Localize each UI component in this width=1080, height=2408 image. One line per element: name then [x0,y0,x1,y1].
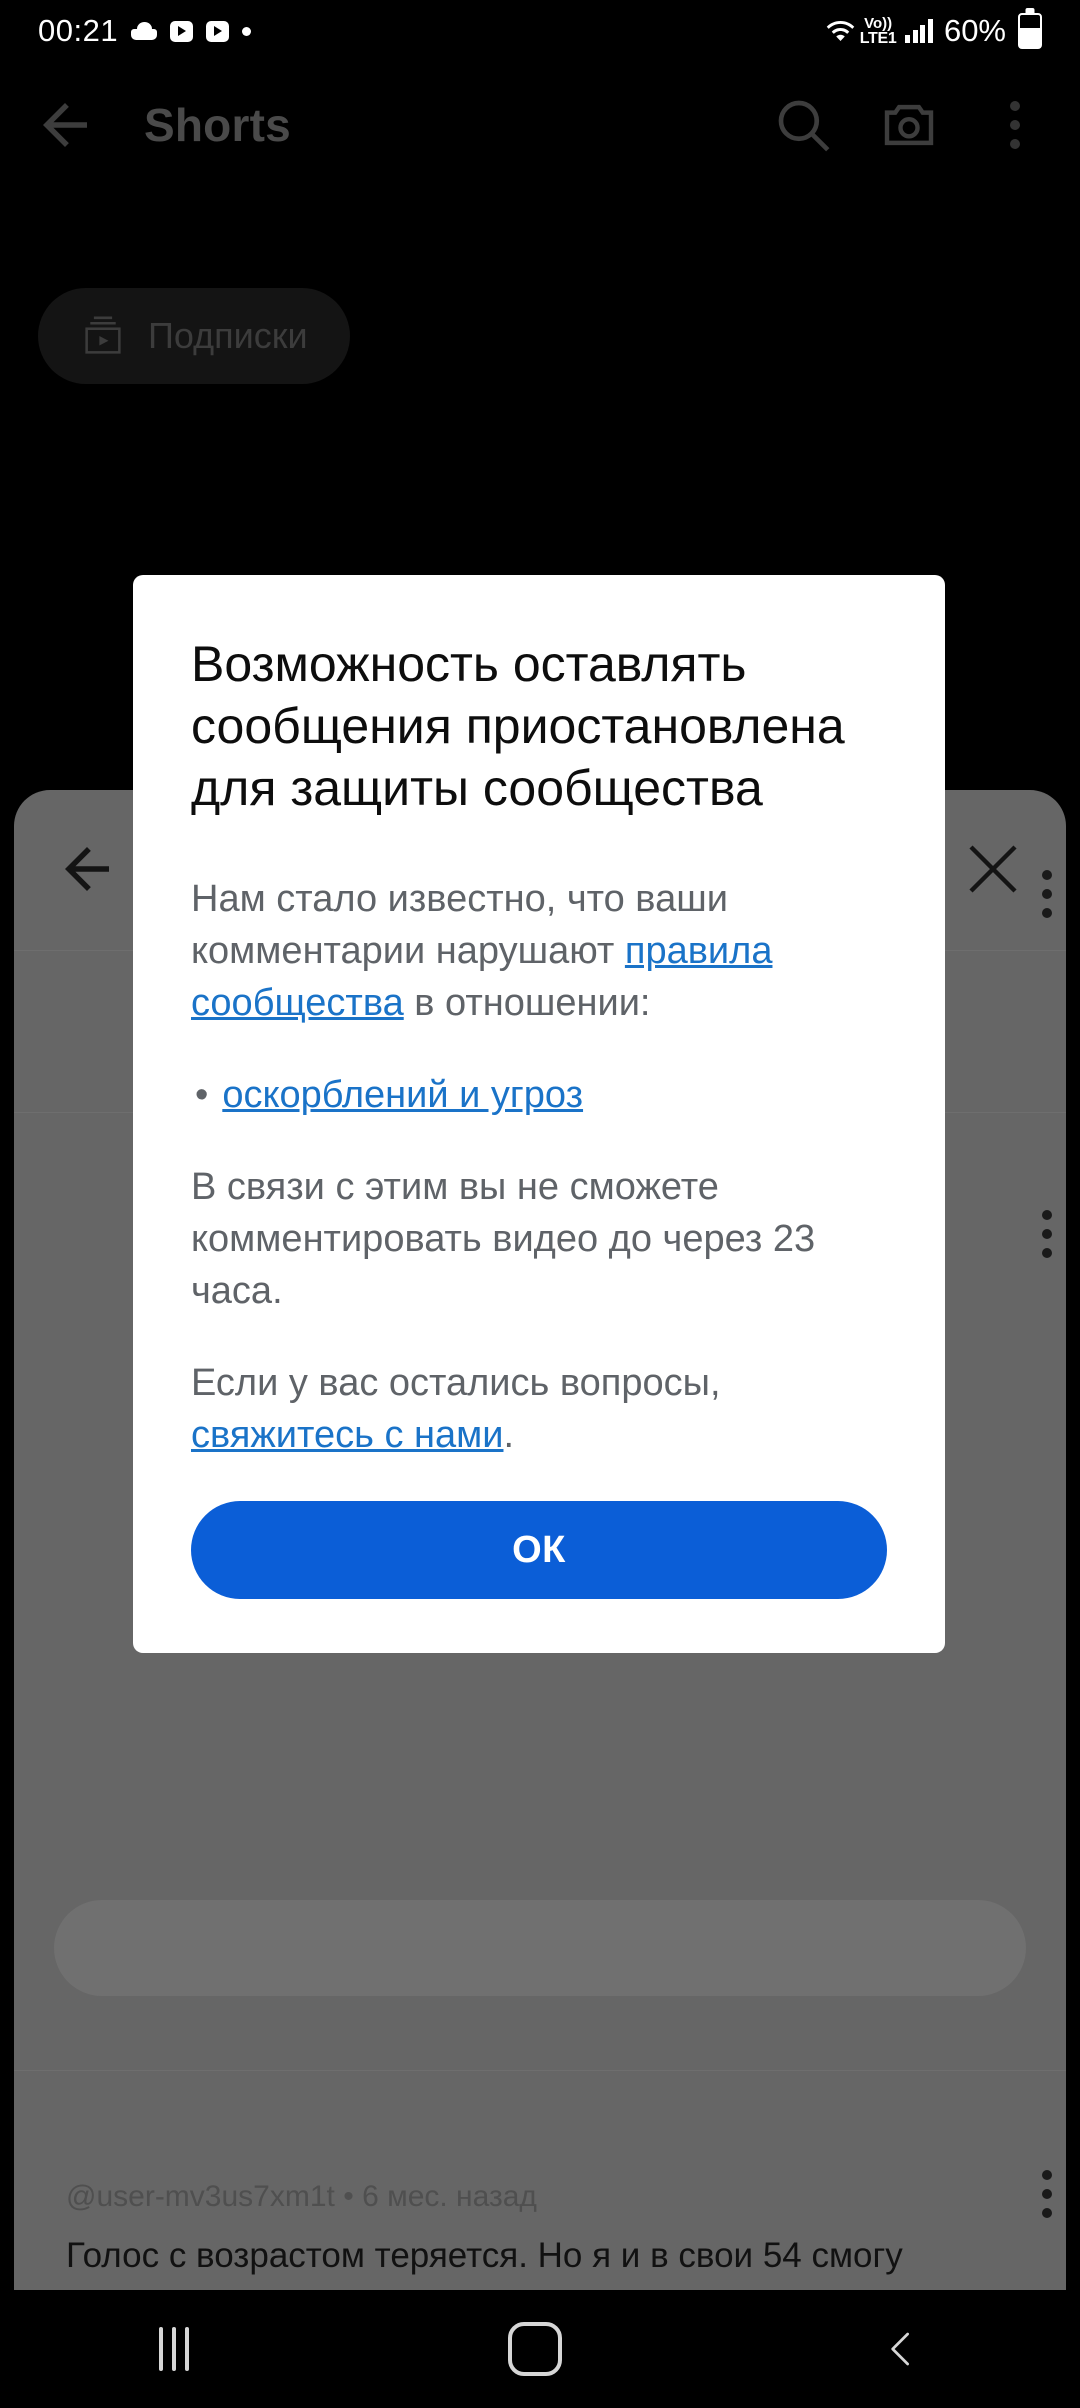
comment-time-1: 6 мес. назад [362,2180,537,2213]
close-icon[interactable] [960,836,1026,902]
comment-text-content-1: Голос с возрастом теряется. Но я и в сво… [66,2236,903,2290]
comment-menu-icon-2[interactable] [1042,1210,1052,1258]
comment-meta-1: @user-mv3us7xm1t • 6 мес. назад [66,2180,1014,2214]
comment-search-box[interactable] [54,1900,1026,1996]
back-arrow-icon[interactable] [32,92,98,158]
dot-icon [242,26,252,36]
dialog-title: Возможность оставлять сообщения приостан… [191,636,845,816]
battery-icon [1018,13,1042,49]
harassment-policy-link[interactable]: оскорблений и угроз [222,1074,583,1116]
back-icon[interactable] [881,2329,921,2369]
subscriptions-chip[interactable]: Подписки [38,288,350,384]
comment-restriction-dialog: Возможность оставлять сообщения приостан… [133,575,945,1653]
android-navigation-bar [0,2290,1080,2408]
battery-percent: 60% [943,13,1006,48]
sheet-divider-2 [14,2070,1066,2071]
more-vertical-icon[interactable] [982,92,1048,158]
camera-icon[interactable] [876,92,942,158]
dialog-paragraph-3: Если у вас остались вопросы, свяжитесь с… [191,1357,887,1461]
volte-line2: LTE1 [859,29,897,47]
youtube-play-icon [170,20,194,42]
comment-item-1: @user-mv3us7xm1t • 6 мес. назад Голос с … [66,2180,1014,2290]
subscriptions-icon [85,316,121,354]
comment-separator-1: • [343,2180,354,2213]
page-title: Shorts [144,98,291,151]
dialog-bullet-item: • оскорблений и угроз [191,1069,887,1121]
comment-author-1[interactable]: @user-mv3us7xm1t [66,2180,335,2213]
dialog-p3-after: . [503,1414,515,1456]
dialog-paragraph-2: В связи с этим вы не сможете комментиров… [191,1166,816,1312]
cloud-icon [131,22,158,40]
status-bar: 00:21 Vo)) LTE1 60% [0,0,1080,62]
wifi-icon [826,21,854,41]
volte-indicator: Vo)) LTE1 [860,16,897,47]
ok-button[interactable]: ОК [191,1501,887,1599]
subscriptions-chip-label: Подписки [148,315,308,356]
status-time: 00:21 [38,13,119,48]
comment-text-1: Голос с возрастом теряется. Но я и в сво… [66,2230,1014,2290]
status-bar-left: 00:21 [38,13,252,49]
bullet-icon: • [195,1074,209,1116]
volte-line1: Vo)) [864,14,893,32]
phone-screen: 00:21 Vo)) LTE1 60% Shorts Подписки @use… [0,0,1080,2408]
comment-menu-icon-1[interactable] [1042,870,1052,918]
recents-icon[interactable] [159,2327,190,2371]
shorts-app-header: Shorts [0,62,1080,187]
search-icon[interactable] [770,92,836,158]
contact-us-link[interactable]: свяжитесь с нами [191,1414,503,1456]
signal-bars-icon [905,19,933,43]
back-arrow-icon[interactable] [54,836,120,902]
comment-menu-icon-3[interactable] [1042,2170,1052,2218]
status-bar-right: Vo)) LTE1 60% [824,13,1042,49]
dialog-paragraph-1: Нам стало известно, что ваши комментарии… [191,873,887,1029]
home-icon[interactable] [507,2322,562,2376]
youtube-play-icon-2 [206,20,230,42]
dialog-p3-before: Если у вас остались вопросы, [191,1362,721,1404]
dialog-p1-after: в отношении: [403,982,651,1024]
